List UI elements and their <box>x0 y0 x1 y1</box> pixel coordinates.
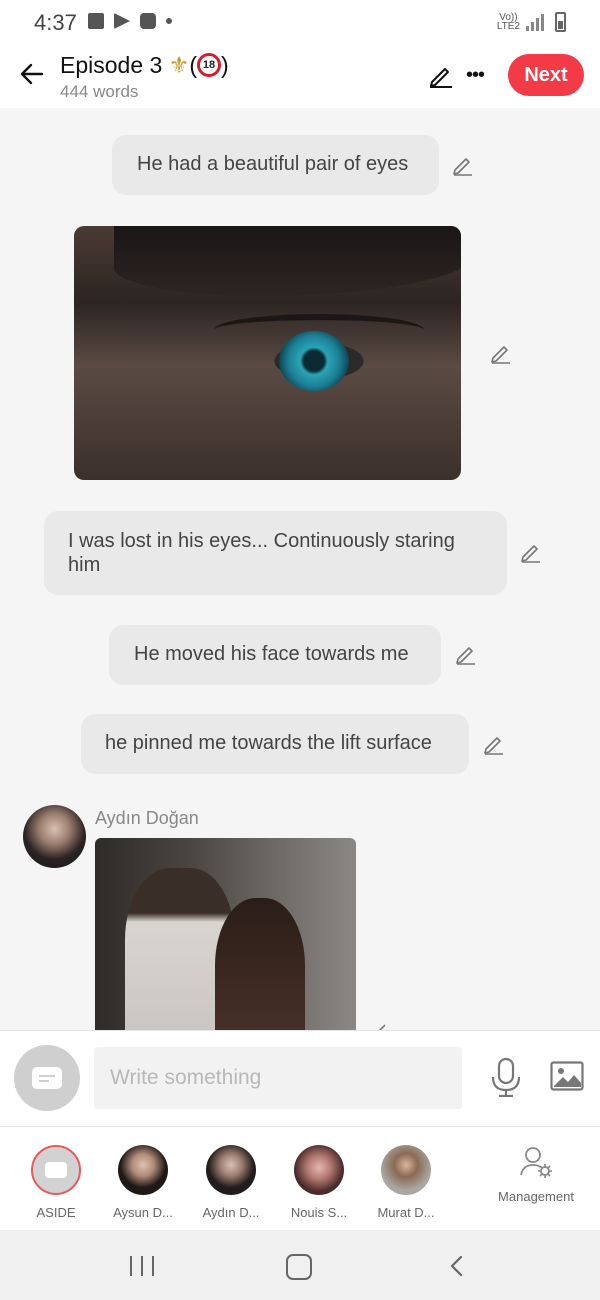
eye-photo-message[interactable] <box>74 226 461 480</box>
cast-label: Nouis S... <box>290 1205 348 1220</box>
next-button[interactable]: Next <box>508 54 584 96</box>
character-name: Aydın Doğan <box>95 808 199 828</box>
narration-bubble[interactable]: He had a beautiful pair of eyes <box>112 135 439 195</box>
cast-item-aysun[interactable]: Aysun D... <box>103 1145 183 1220</box>
avatar <box>206 1145 256 1195</box>
title-paren-close: ) <box>221 52 229 78</box>
cast-label: Aysun D... <box>113 1205 173 1220</box>
story-chat-area[interactable]: He had a beautiful pair of eyes I was lo… <box>0 108 600 1030</box>
photo-woman <box>215 898 305 1030</box>
narration-bubble[interactable]: He moved his face towards me <box>109 625 441 685</box>
microphone-icon[interactable] <box>490 1057 522 1097</box>
photo-iris <box>279 331 349 391</box>
character-avatar[interactable] <box>23 805 86 868</box>
avatar <box>381 1145 431 1195</box>
system-back-icon[interactable] <box>446 1254 470 1278</box>
cast-item-aydin[interactable]: Aydın D... <box>191 1145 271 1220</box>
status-time: 4:37 <box>34 10 77 35</box>
user-settings-icon <box>520 1147 552 1178</box>
editor-header: Episode 3 ⚜(18) 444 words ••• Next <box>0 46 600 108</box>
fleur-de-lis-icon: ⚜ <box>168 52 190 78</box>
word-count: 444 words <box>60 82 139 101</box>
edit-title-pencil-icon[interactable] <box>428 62 454 88</box>
system-navigation-bar <box>0 1230 600 1300</box>
edit-photo-pencil-icon[interactable] <box>373 1023 393 1030</box>
aside-toggle-button[interactable] <box>14 1045 80 1111</box>
lte-label: LTE2 <box>496 21 520 32</box>
episode-title: Episode 3 ⚜(18) <box>60 52 229 79</box>
notification-icons <box>88 13 172 29</box>
avatar <box>294 1145 344 1195</box>
signal-icon <box>526 14 544 31</box>
avatar <box>118 1145 168 1195</box>
cast-item-nouis[interactable]: Nouis S... <box>279 1145 359 1220</box>
cast-label: Murat D... <box>377 1205 435 1220</box>
youtube-notification-icon <box>140 13 156 29</box>
edit-message-pencil-icon[interactable] <box>452 154 474 176</box>
image-gallery-icon[interactable] <box>550 1061 584 1091</box>
status-bar: 4:37 Vo)) LTE2 <box>0 0 600 46</box>
back-arrow-icon[interactable] <box>18 60 46 88</box>
message-input[interactable] <box>94 1047 462 1109</box>
recent-apps-icon[interactable] <box>130 1256 154 1276</box>
couple-photo-message[interactable] <box>95 838 356 1030</box>
chat-bubble-icon <box>32 1067 62 1089</box>
photo-eyebrow <box>114 226 461 296</box>
aside-icon <box>31 1145 81 1195</box>
title-paren-open: ( <box>189 52 197 78</box>
more-options-icon[interactable]: ••• <box>466 64 485 87</box>
edit-message-pencil-icon[interactable] <box>520 541 542 563</box>
narration-bubble[interactable]: I was lost in his eyes... Continuously s… <box>44 511 507 595</box>
image-notification-icon <box>88 13 104 29</box>
battery-icon <box>555 12 566 32</box>
network-indicator: Vo)) LTE2 <box>496 13 520 32</box>
composer-bar <box>0 1030 600 1127</box>
edit-message-pencil-icon[interactable] <box>455 643 477 665</box>
management-button[interactable]: Management <box>494 1145 578 1204</box>
cast-label: ASIDE <box>36 1205 76 1220</box>
age-restriction-badge: 18 <box>197 52 221 77</box>
cast-item-aside[interactable]: ASIDE <box>16 1145 96 1220</box>
edit-message-pencil-icon[interactable] <box>483 733 505 755</box>
cast-item-murat[interactable]: Murat D... <box>366 1145 446 1220</box>
narration-bubble[interactable]: he pinned me towards the lift surface <box>81 714 469 774</box>
management-label: Management <box>498 1189 574 1204</box>
more-notifications-dot-icon <box>166 18 172 24</box>
cast-label: Aydın D... <box>202 1205 260 1220</box>
home-icon[interactable] <box>286 1254 312 1280</box>
edit-photo-pencil-icon[interactable] <box>490 342 512 364</box>
character-bar: ASIDE Aysun D... Aydın D... Nouis S... M… <box>0 1126 600 1231</box>
play-store-notification-icon <box>114 13 130 29</box>
episode-title-text: Episode 3 <box>60 52 163 78</box>
